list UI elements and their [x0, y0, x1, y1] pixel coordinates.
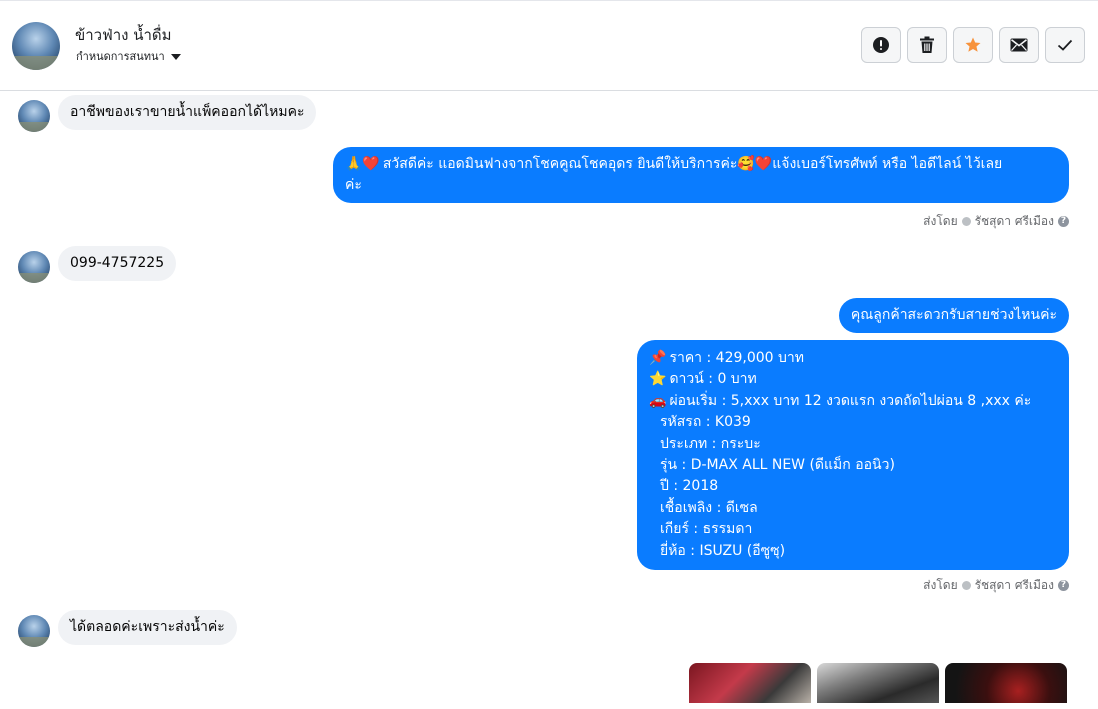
checkmark-icon — [1057, 39, 1073, 51]
sender-avatar[interactable] — [18, 615, 50, 647]
alert-circle-icon — [873, 37, 889, 53]
message-text: 099-4757225 — [70, 255, 165, 271]
car-model: รุ่น : D-MAX ALL NEW (ดีแม็ก ออนิว) — [660, 457, 895, 474]
car-code: รหัสรถ : K039 — [660, 414, 751, 431]
sent-by-info: ส่งโดย รัชสุดา ศรีเมือง ? — [923, 212, 1069, 231]
assign-conversation-dropdown[interactable]: กำหนดการสนทนา — [76, 47, 181, 65]
sender-avatar[interactable] — [18, 251, 50, 283]
sent-by-label: ส่งโดย — [923, 578, 958, 592]
delete-button[interactable] — [907, 27, 947, 63]
pray-heart-emoji: 🙏❤️ — [345, 156, 380, 172]
contact-name[interactable]: ข้าวฟ่าง น้ำดื่ม — [75, 23, 172, 47]
attachment-image-dashboard[interactable] — [945, 663, 1067, 703]
attachment-image-engine[interactable] — [689, 663, 811, 703]
incoming-message[interactable]: ได้ตลอดค่ะเพราะส่งน้ำค่ะ — [58, 610, 237, 645]
envelope-icon — [1010, 38, 1028, 52]
incoming-message[interactable]: อาชีพของเราขายน้ำแพ็คออกได้ไหมคะ — [58, 95, 317, 130]
car-emoji: 🚗 — [649, 392, 667, 409]
help-icon[interactable]: ? — [1058, 580, 1069, 591]
message-text: ค่ะ — [345, 177, 362, 193]
incoming-message[interactable]: 099-4757225 — [58, 246, 177, 281]
car-year: ปี : 2018 — [660, 478, 719, 495]
outgoing-message[interactable]: คุณลูกค้าสะดวกรับสายช่วงไหนค่ะ — [838, 298, 1069, 333]
admin-status-icon — [961, 217, 971, 226]
mark-done-button[interactable] — [1045, 27, 1085, 63]
attachment-image-steering-wheel[interactable] — [817, 663, 939, 703]
star-emoji: ⭐ — [649, 371, 667, 388]
sent-by-label: ส่งโดย — [923, 214, 958, 228]
car-installment: ผ่อนเริ่ม : 5,xxx บาท 12 งวดแรก งวดถัดไป… — [669, 392, 1032, 409]
car-brand: ยี่ห้อ : ISUZU (อีซูซุ) — [660, 542, 786, 559]
sent-by-info: ส่งโดย รัชสุดา ศรีเมือง ? — [923, 576, 1069, 595]
pushpin-emoji: 📌 — [649, 350, 667, 366]
outgoing-message[interactable]: 📌 ราคา : 429,000 บาท ⭐ ดาวน์ : 0 บาท 🚗 ผ่อน… — [637, 340, 1069, 571]
header-actions — [861, 27, 1085, 63]
assign-label: กำหนดการสนทนา — [76, 50, 165, 63]
sender-avatar[interactable] — [18, 100, 50, 132]
car-type: ประเภท : กระบะ — [660, 435, 761, 452]
car-fuel: เชื้อเพลิง : ดีเซล — [660, 499, 758, 516]
sent-by-name[interactable]: รัชสุดา ศรีเมือง — [975, 576, 1054, 595]
conversation-header: ข้าวฟ่าง น้ำดื่ม กำหนดการสนทนา — [0, 1, 1098, 91]
star-icon — [965, 37, 981, 52]
admin-status-icon — [961, 581, 971, 590]
contact-avatar[interactable] — [12, 22, 60, 70]
message-text: คุณลูกค้าสะดวกรับสายช่วงไหนค่ะ — [850, 307, 1057, 323]
message-text: สวัสดีค่ะ แอดมินฟางจากโชคคูณโชคอุดร ยินด… — [382, 156, 1003, 172]
mark-unread-button[interactable] — [999, 27, 1039, 63]
star-button[interactable] — [953, 27, 993, 63]
caret-down-icon — [170, 53, 181, 60]
outgoing-message[interactable]: 🙏❤️ สวัสดีค่ะ แอดมินฟางจากโชคคูณโชคอุดร ย… — [333, 147, 1069, 203]
car-down-payment: ดาวน์ : 0 บาท — [669, 371, 757, 388]
car-price: ราคา : 429,000 บาท — [669, 350, 804, 366]
message-text: อาชีพของเราขายน้ำแพ็คออกได้ไหมคะ — [70, 104, 305, 120]
help-icon[interactable]: ? — [1058, 216, 1069, 227]
trash-icon — [920, 36, 934, 53]
message-text: ได้ตลอดค่ะเพราะส่งน้ำค่ะ — [70, 619, 225, 635]
car-gear: เกียร์ : ธรรมดา — [660, 521, 753, 538]
spam-button[interactable] — [861, 27, 901, 63]
sent-by-name[interactable]: รัชสุดา ศรีเมือง — [975, 212, 1054, 231]
